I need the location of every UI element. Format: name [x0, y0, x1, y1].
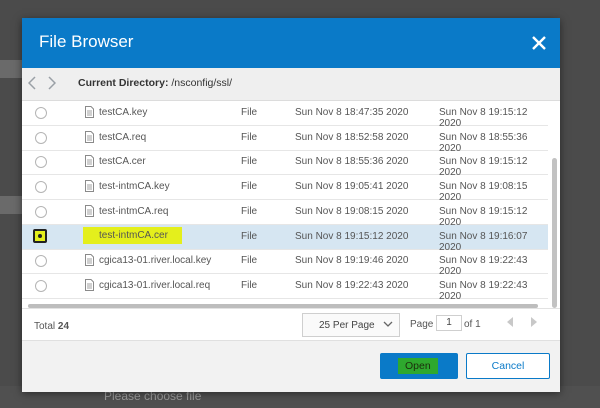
file-type: File — [241, 156, 258, 168]
file-row[interactable]: cgica13-01.river.local.key File Sun Nov 8 … — [22, 249, 548, 277]
file-radio[interactable] — [35, 107, 47, 119]
file-type: File — [241, 230, 258, 242]
file-icon — [85, 155, 94, 168]
file-icon — [85, 106, 94, 118]
page-label: Page — [410, 319, 434, 330]
forward-button[interactable] — [48, 76, 60, 92]
file-radio[interactable] — [35, 181, 47, 194]
file-name: testCA.key — [99, 107, 148, 118]
dialog-title: File Browser — [39, 32, 134, 51]
file-created: Sun Nov 8 19:19:46 2020 — [295, 255, 409, 267]
file-radio[interactable] — [35, 131, 47, 144]
per-page-select[interactable]: 25 Per Page — [302, 313, 400, 337]
file-radio[interactable] — [35, 255, 47, 268]
file-row[interactable]: testCA.cer File Sun Nov 8 18:55:36 2020 Sun… — [22, 150, 548, 178]
total-count: Total 24 — [34, 321, 69, 332]
file-created: Sun Nov 8 18:52:58 2020 — [295, 131, 409, 143]
total-value: 24 — [57, 321, 70, 332]
current-directory: Current Directory: /nsconfig/ssl/ — [78, 77, 232, 89]
file-type: File — [241, 205, 258, 217]
file-created: Sun Nov 8 19:08:15 2020 — [295, 205, 409, 217]
file-modified: Sun Nov 8 19:22:43 2020 — [439, 279, 528, 302]
file-row[interactable]: testCA.req File Sun Nov 8 18:52:58 2020 Sun… — [22, 126, 548, 154]
open-button-label: Open — [398, 358, 438, 374]
current-directory-path: /nsconfig/ssl/ — [171, 77, 233, 89]
chevron-right-icon — [48, 76, 57, 90]
previous-page-button[interactable] — [506, 317, 514, 330]
file-type: File — [241, 131, 258, 143]
file-icon — [85, 130, 94, 143]
file-name: test-intmCA.key — [99, 181, 170, 193]
background-fragment — [0, 60, 22, 78]
dialog-actions: Open Cancel — [22, 340, 560, 392]
file-name: test-intmCA.cer — [83, 226, 182, 244]
file-list: testCA.key File Sun Nov 8 18:47:35 2020 Sun… — [22, 101, 548, 302]
file-type: File — [241, 255, 258, 267]
file-radio[interactable] — [35, 156, 47, 169]
caret-left-icon — [507, 317, 513, 327]
chevron-down-icon — [383, 319, 393, 332]
file-created: Sun Nov 8 19:05:41 2020 — [295, 181, 409, 193]
vertical-scrollbar[interactable] — [552, 158, 557, 308]
total-label: Total — [34, 321, 56, 332]
current-directory-label: Current Directory: — [78, 77, 169, 89]
dialog-header: File Browser — [22, 18, 560, 68]
page-number-input[interactable]: 1 — [436, 315, 462, 331]
file-name: test-intmCA.req — [99, 205, 169, 217]
file-name: testCA.req — [99, 131, 147, 143]
file-row[interactable]: test-intmCA.key File Sun Nov 8 19:05:41 20… — [22, 175, 548, 203]
caret-right-icon — [531, 317, 537, 327]
file-created: Sun Nov 8 19:15:12 2020 — [295, 230, 409, 242]
per-page-value: 25 Per Page — [319, 320, 375, 331]
back-button[interactable] — [27, 76, 40, 92]
file-radio[interactable] — [35, 205, 47, 218]
directory-bar: Current Directory: /nsconfig/ssl/ — [22, 68, 560, 101]
open-button[interactable]: Open — [380, 353, 458, 379]
file-radio[interactable] — [35, 279, 47, 292]
close-icon — [532, 36, 546, 50]
file-name: cgica13-01.river.local.req — [99, 279, 211, 291]
file-row[interactable]: test-intmCA.req File Sun Nov 8 19:08:15 20… — [22, 200, 548, 228]
file-created: Sun Nov 8 18:55:36 2020 — [295, 156, 409, 168]
file-icon — [85, 180, 94, 193]
chevron-left-icon — [27, 76, 36, 90]
next-page-button[interactable] — [530, 317, 538, 330]
background-fragment — [0, 196, 22, 214]
radio-dot — [38, 233, 42, 238]
file-type: File — [241, 181, 258, 193]
file-row[interactable]: test-intmCA.cer File Sun Nov 8 19:15:12 20… — [22, 224, 548, 253]
file-created: Sun Nov 8 19:22:43 2020 — [295, 279, 409, 291]
file-created: Sun Nov 8 18:47:35 2020 — [295, 107, 409, 118]
file-type: File — [241, 107, 258, 118]
file-icon — [85, 278, 94, 291]
file-browser-dialog: File Browser Current Directory: /nsconfi… — [22, 18, 560, 392]
file-row[interactable]: cgica13-01.river.local.req File Sun Nov 8 … — [22, 274, 548, 302]
pagination-footer: Total 24 25 Per Page Page 1 of 1 — [22, 308, 560, 339]
close-button[interactable] — [528, 32, 550, 54]
file-name: cgica13-01.river.local.key — [99, 255, 212, 267]
file-type: File — [241, 279, 258, 291]
file-icon — [85, 204, 94, 217]
file-radio[interactable] — [33, 228, 47, 243]
file-icon — [85, 254, 94, 267]
cancel-button[interactable]: Cancel — [466, 353, 550, 379]
file-name: testCA.cer — [99, 156, 146, 168]
page-count: of 1 — [464, 319, 481, 330]
file-row[interactable]: testCA.key File Sun Nov 8 18:47:35 2020 Sun… — [22, 101, 548, 129]
